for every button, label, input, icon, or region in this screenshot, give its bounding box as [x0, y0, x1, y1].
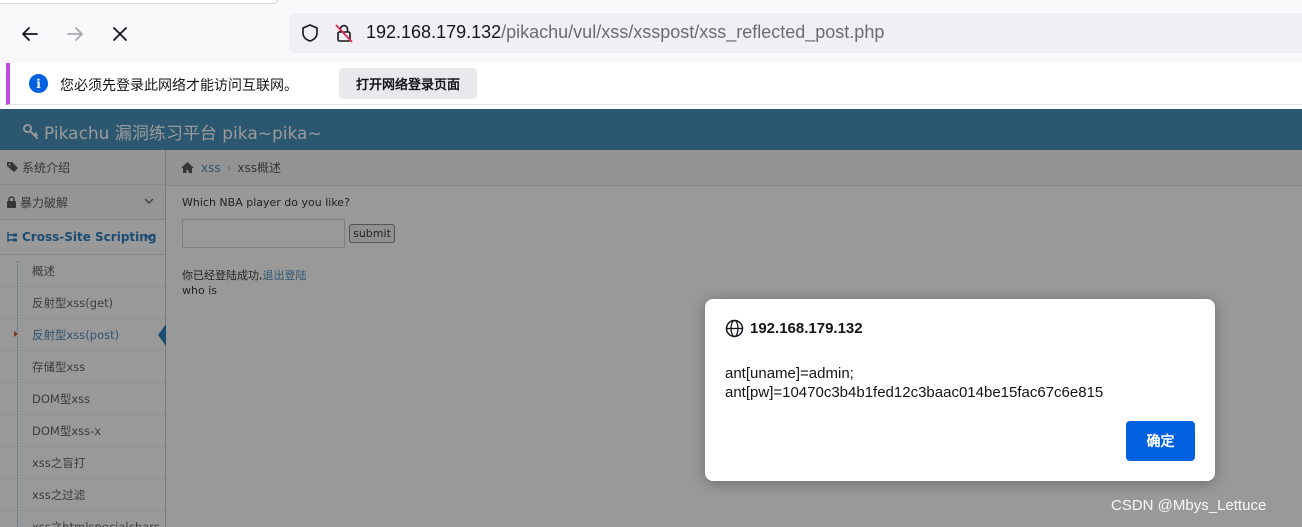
back-button[interactable] [15, 19, 45, 49]
url-host: 192.168.179.132 [366, 22, 502, 42]
captive-portal-notification: i 您必须先登录此网络才能访问互联网。 打开网络登录页面 [6, 63, 1302, 105]
close-icon [113, 27, 127, 41]
dialog-header: 192.168.179.132 [725, 319, 863, 338]
shield-icon[interactable] [300, 23, 320, 43]
browser-toolbar: 192.168.179.132/pikachu/vul/xss/xsspost/… [0, 0, 1302, 66]
alert-dialog: 192.168.179.132 ant[uname]=admin; ant[pw… [705, 299, 1215, 481]
ok-button[interactable]: 确定 [1126, 421, 1195, 461]
forward-arrow-icon [67, 27, 83, 41]
notification-message: 您必须先登录此网络才能访问互联网。 [60, 78, 298, 94]
stop-button[interactable] [105, 19, 135, 49]
forward-button[interactable] [60, 19, 90, 49]
browser-tab[interactable] [0, 0, 278, 4]
url-text[interactable]: 192.168.179.132/pikachu/vul/xss/xsspost/… [366, 22, 884, 43]
open-login-page-button[interactable]: 打开网络登录页面 [339, 68, 477, 99]
info-icon: i [29, 74, 48, 93]
dialog-message-line: ant[pw]=10470c3b4b1fed12c3baac014be15fac… [725, 384, 1104, 401]
address-bar[interactable]: 192.168.179.132/pikachu/vul/xss/xsspost/… [289, 13, 1302, 53]
insecure-lock-icon[interactable] [333, 22, 355, 44]
globe-icon [725, 319, 744, 338]
watermark: CSDN @Mbys_Lettuce [1111, 497, 1267, 514]
back-arrow-icon [22, 27, 38, 41]
url-path: /pikachu/vul/xss/xsspost/xss_reflected_p… [501, 22, 885, 42]
dialog-origin: 192.168.179.132 [750, 320, 863, 337]
dialog-message: ant[uname]=admin; ant[pw]=10470c3b4b1fed… [725, 364, 1103, 402]
dialog-message-line: ant[uname]=admin; [725, 365, 854, 382]
